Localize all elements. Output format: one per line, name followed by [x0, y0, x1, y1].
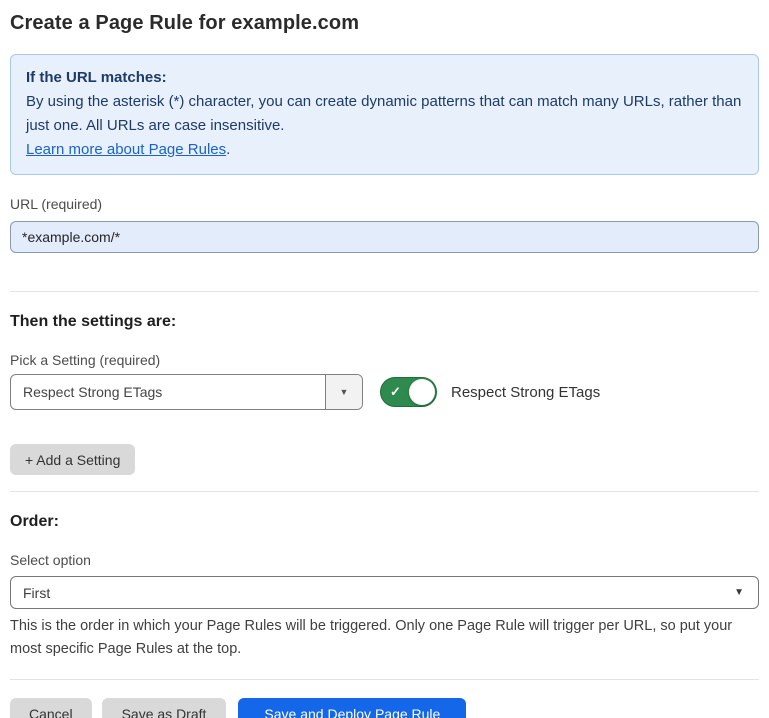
setting-select-arrow-button[interactable]: ▼ — [325, 375, 362, 409]
info-box-body: By using the asterisk (*) character, you… — [26, 90, 743, 138]
order-select-value: First — [23, 585, 734, 601]
footer-divider — [10, 679, 759, 680]
cancel-button[interactable]: Cancel — [10, 698, 92, 718]
save-and-deploy-button[interactable]: Save and Deploy Page Rule — [238, 698, 466, 718]
section-divider — [10, 291, 759, 292]
info-box-heading: If the URL matches: — [26, 66, 743, 90]
url-match-info-box: If the URL matches: By using the asteris… — [10, 54, 759, 175]
checkmark-icon: ✓ — [390, 384, 401, 400]
pick-setting-label: Pick a Setting (required) — [10, 352, 759, 368]
etags-toggle[interactable]: ✓ — [380, 377, 437, 407]
info-box-link-line: Learn more about Page Rules. — [26, 138, 743, 162]
setting-row: Respect Strong ETags ▼ ✓ Respect Strong … — [10, 374, 759, 410]
url-input[interactable] — [10, 221, 759, 253]
link-suffix: . — [226, 141, 230, 158]
section-divider — [10, 491, 759, 492]
create-page-rule-form: Create a Page Rule for example.com If th… — [0, 0, 769, 718]
save-as-draft-button[interactable]: Save as Draft — [102, 698, 227, 718]
url-label: URL (required) — [10, 196, 759, 212]
footer-button-row: Cancel Save as Draft Save and Deploy Pag… — [10, 698, 759, 718]
setting-select-value: Respect Strong ETags — [11, 375, 325, 409]
toggle-knob — [409, 379, 435, 405]
learn-more-link[interactable]: Learn more about Page Rules — [26, 141, 226, 158]
chevron-down-icon: ▼ — [734, 588, 744, 598]
settings-heading: Then the settings are: — [10, 313, 759, 331]
setting-select[interactable]: Respect Strong ETags ▼ — [10, 374, 363, 410]
page-title: Create a Page Rule for example.com — [10, 12, 759, 35]
order-select[interactable]: First ▼ — [10, 576, 759, 609]
toggle-label: Respect Strong ETags — [451, 384, 600, 401]
order-select-label: Select option — [10, 552, 759, 568]
order-helper-text: This is the order in which your Page Rul… — [10, 615, 755, 661]
chevron-down-icon: ▼ — [340, 388, 349, 397]
order-heading: Order: — [10, 513, 759, 531]
add-setting-button[interactable]: + Add a Setting — [10, 444, 135, 475]
